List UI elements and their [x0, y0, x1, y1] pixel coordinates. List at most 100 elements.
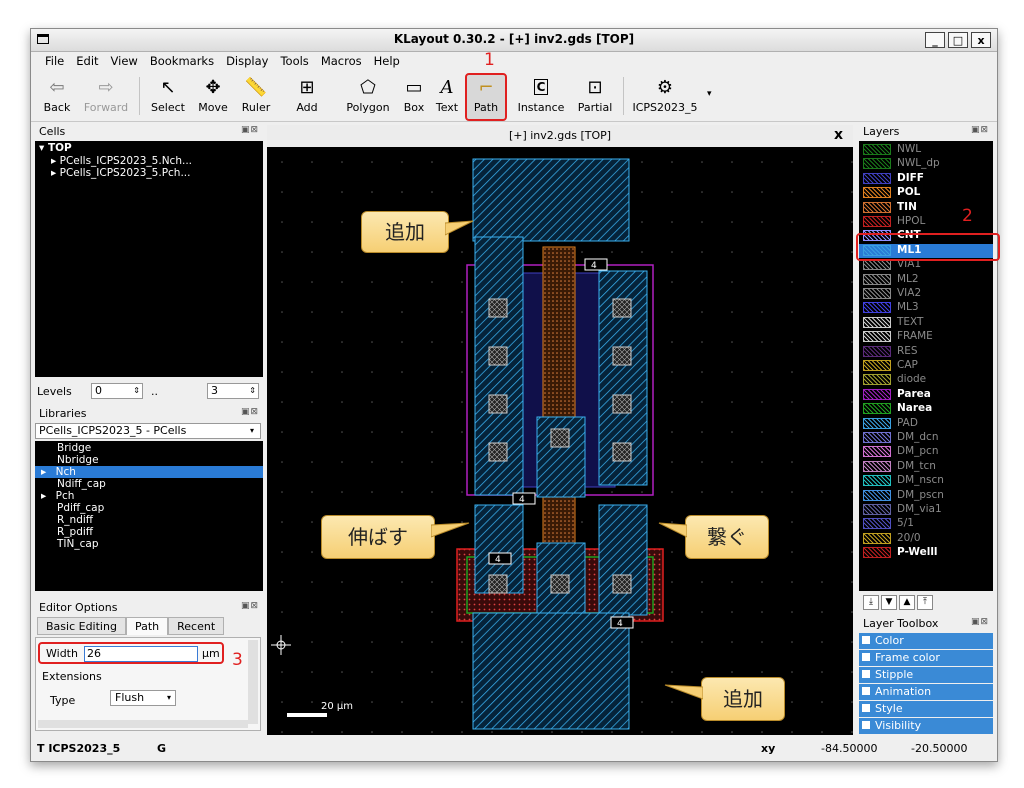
move-bottom-icon[interactable]: ⤓ — [863, 595, 879, 610]
ml1-top-shape[interactable] — [472, 158, 630, 242]
menu-help[interactable]: Help — [368, 52, 406, 70]
menu-macros[interactable]: Macros — [315, 52, 368, 70]
menu-view[interactable]: View — [105, 52, 144, 70]
main-toolbar: ⇦ Back ⇨ Forward ↖ Select ✥ Move 📏 Ruler… — [31, 71, 997, 122]
layer-row[interactable]: DIFF — [863, 172, 989, 186]
layer-row[interactable]: CAP — [863, 359, 989, 373]
dropdown-arrow-icon[interactable]: ▾ — [707, 89, 712, 99]
layer-row[interactable]: DM_nscn — [863, 474, 989, 488]
cell-nch[interactable]: ▸ PCells_ICPS2023_5.Nch... — [35, 155, 263, 167]
levels-from-input[interactable]: 0 ⇕ — [91, 383, 143, 399]
forward-button[interactable]: ⇨ Forward — [81, 75, 131, 119]
library-item[interactable]: TIN_cap — [35, 538, 263, 550]
arrow-right-icon: ⇨ — [98, 76, 114, 98]
layer-row[interactable]: DM_dcn — [863, 431, 989, 445]
icps-macro-button[interactable]: ⚙ ICPS2023_5 — [629, 75, 701, 119]
layout-tab-title[interactable]: [+] inv2.gds [TOP] — [267, 129, 853, 142]
menu-edit[interactable]: Edit — [70, 52, 104, 70]
box-button[interactable]: ▭ Box — [399, 75, 429, 119]
levels-to-input[interactable]: 3 ⇕ — [207, 383, 259, 399]
add-button[interactable]: ⊞ Add — [287, 75, 327, 119]
scrollbar[interactable] — [38, 720, 248, 728]
layer-name: ML2 — [897, 272, 919, 285]
maximize-button[interactable]: □ — [948, 32, 968, 48]
library-item[interactable]: Nbridge — [35, 454, 263, 466]
layer-row[interactable]: Narea — [863, 402, 989, 416]
toolbox-color[interactable]: Color — [859, 633, 993, 649]
library-item[interactable]: R_ndiff — [35, 514, 263, 526]
move-down-icon[interactable]: ▼ — [881, 595, 897, 610]
layer-row[interactable]: P-Welll — [863, 546, 989, 560]
close-icon[interactable]: x — [834, 127, 843, 143]
layer-row[interactable]: DM_via1 — [863, 503, 989, 517]
layer-row[interactable]: diode — [863, 373, 989, 387]
close-button[interactable]: x — [971, 32, 991, 48]
instance-button[interactable]: C Instance — [515, 75, 567, 119]
scrollbar[interactable] — [248, 640, 258, 724]
partial-button[interactable]: ⊡ Partial — [575, 75, 615, 119]
library-list[interactable]: Bridge Nbridge ▸ Nch Ndiff_cap ▸ Pch Pdi… — [35, 441, 263, 591]
toolbox-stipple[interactable]: Stipple — [859, 667, 993, 683]
layer-row[interactable]: FRAME — [863, 330, 989, 344]
library-item[interactable]: R_pdiff — [35, 526, 263, 538]
toolbox-visibility[interactable]: Visibility — [859, 718, 993, 734]
minimize-button[interactable]: _ — [925, 32, 945, 48]
path-button[interactable]: ⌐ Path — [465, 73, 507, 121]
tab-path[interactable]: Path — [125, 617, 169, 635]
layout-canvas[interactable]: 4 4 4 4 20 μm — [267, 147, 853, 735]
layer-row[interactable]: PAD — [863, 417, 989, 431]
layer-row[interactable]: NWL — [863, 143, 989, 157]
layer-name: Narea — [897, 402, 933, 415]
move-top-icon[interactable]: ⤒ — [917, 595, 933, 610]
layer-row[interactable]: ML2 — [863, 273, 989, 287]
dock-icons[interactable]: ▣⊠ — [971, 125, 989, 135]
layer-row[interactable]: DM_pscn — [863, 489, 989, 503]
dock-icons[interactable]: ▣⊠ — [241, 125, 259, 135]
layer-row[interactable]: DM_tcn — [863, 460, 989, 474]
library-select[interactable]: PCells_ICPS2023_5 - PCells ▾ — [35, 423, 261, 439]
library-item-selected[interactable]: ▸ Nch — [35, 466, 263, 478]
toolbox-frame-color[interactable]: Frame color — [859, 650, 993, 666]
layer-row[interactable]: VIA2 — [863, 287, 989, 301]
dock-icons[interactable]: ▣⊠ — [971, 617, 989, 627]
layer-row[interactable]: Parea — [863, 388, 989, 402]
cells-tree[interactable]: ▾ TOP ▸ PCells_ICPS2023_5.Nch... ▸ PCell… — [35, 141, 263, 377]
dock-icons[interactable]: ▣⊠ — [241, 601, 259, 611]
tab-basic-editing[interactable]: Basic Editing — [37, 617, 126, 635]
layer-row[interactable]: DM_pcn — [863, 445, 989, 459]
cell-top[interactable]: ▾ TOP — [35, 141, 263, 155]
toolbox-style[interactable]: Style — [859, 701, 993, 717]
layer-row[interactable]: ML3 — [863, 301, 989, 315]
layer-row[interactable]: NWL_dp — [863, 157, 989, 171]
menu-bookmarks[interactable]: Bookmarks — [144, 52, 220, 70]
move-up-icon[interactable]: ▲ — [899, 595, 915, 610]
text-button[interactable]: A Text — [433, 75, 461, 119]
annotation-1: 1 — [484, 50, 495, 70]
menu-file[interactable]: File — [39, 52, 70, 70]
width-input[interactable]: 26 — [84, 646, 198, 662]
cell-pch[interactable]: ▸ PCells_ICPS2023_5.Pch... — [35, 167, 263, 179]
library-item[interactable]: Ndiff_cap — [35, 478, 263, 490]
layer-row[interactable]: POL — [863, 186, 989, 200]
library-item[interactable]: Pdiff_cap — [35, 502, 263, 514]
ruler-button[interactable]: 📏 Ruler — [235, 75, 277, 119]
layer-row[interactable]: RES — [863, 345, 989, 359]
ml1-connect-column[interactable] — [598, 504, 648, 616]
back-button[interactable]: ⇦ Back — [37, 75, 77, 119]
layer-row[interactable]: TEXT — [863, 316, 989, 330]
library-item[interactable]: ▸ Pch — [35, 490, 263, 502]
type-select[interactable]: Flush ▾ — [110, 690, 176, 706]
menu-display[interactable]: Display — [220, 52, 274, 70]
library-item[interactable]: Bridge — [35, 441, 263, 454]
dock-icons[interactable]: ▣⊠ — [241, 407, 259, 417]
layer-list[interactable]: NWL NWL_dp DIFF POL TIN HPOL CNT ML1 VIA1 ML2 VIA2… — [859, 141, 993, 591]
ml1-bottom-shape[interactable] — [472, 612, 630, 730]
menu-tools[interactable]: Tools — [274, 52, 314, 70]
polygon-button[interactable]: ⬠ Polygon — [343, 75, 393, 119]
layer-row[interactable]: 5/1 — [863, 517, 989, 531]
select-button[interactable]: ↖ Select — [145, 75, 191, 119]
tab-recent[interactable]: Recent — [168, 617, 225, 635]
toolbox-animation[interactable]: Animation — [859, 684, 993, 700]
move-button[interactable]: ✥ Move — [193, 75, 233, 119]
layer-row[interactable]: 20/0 — [863, 532, 989, 546]
